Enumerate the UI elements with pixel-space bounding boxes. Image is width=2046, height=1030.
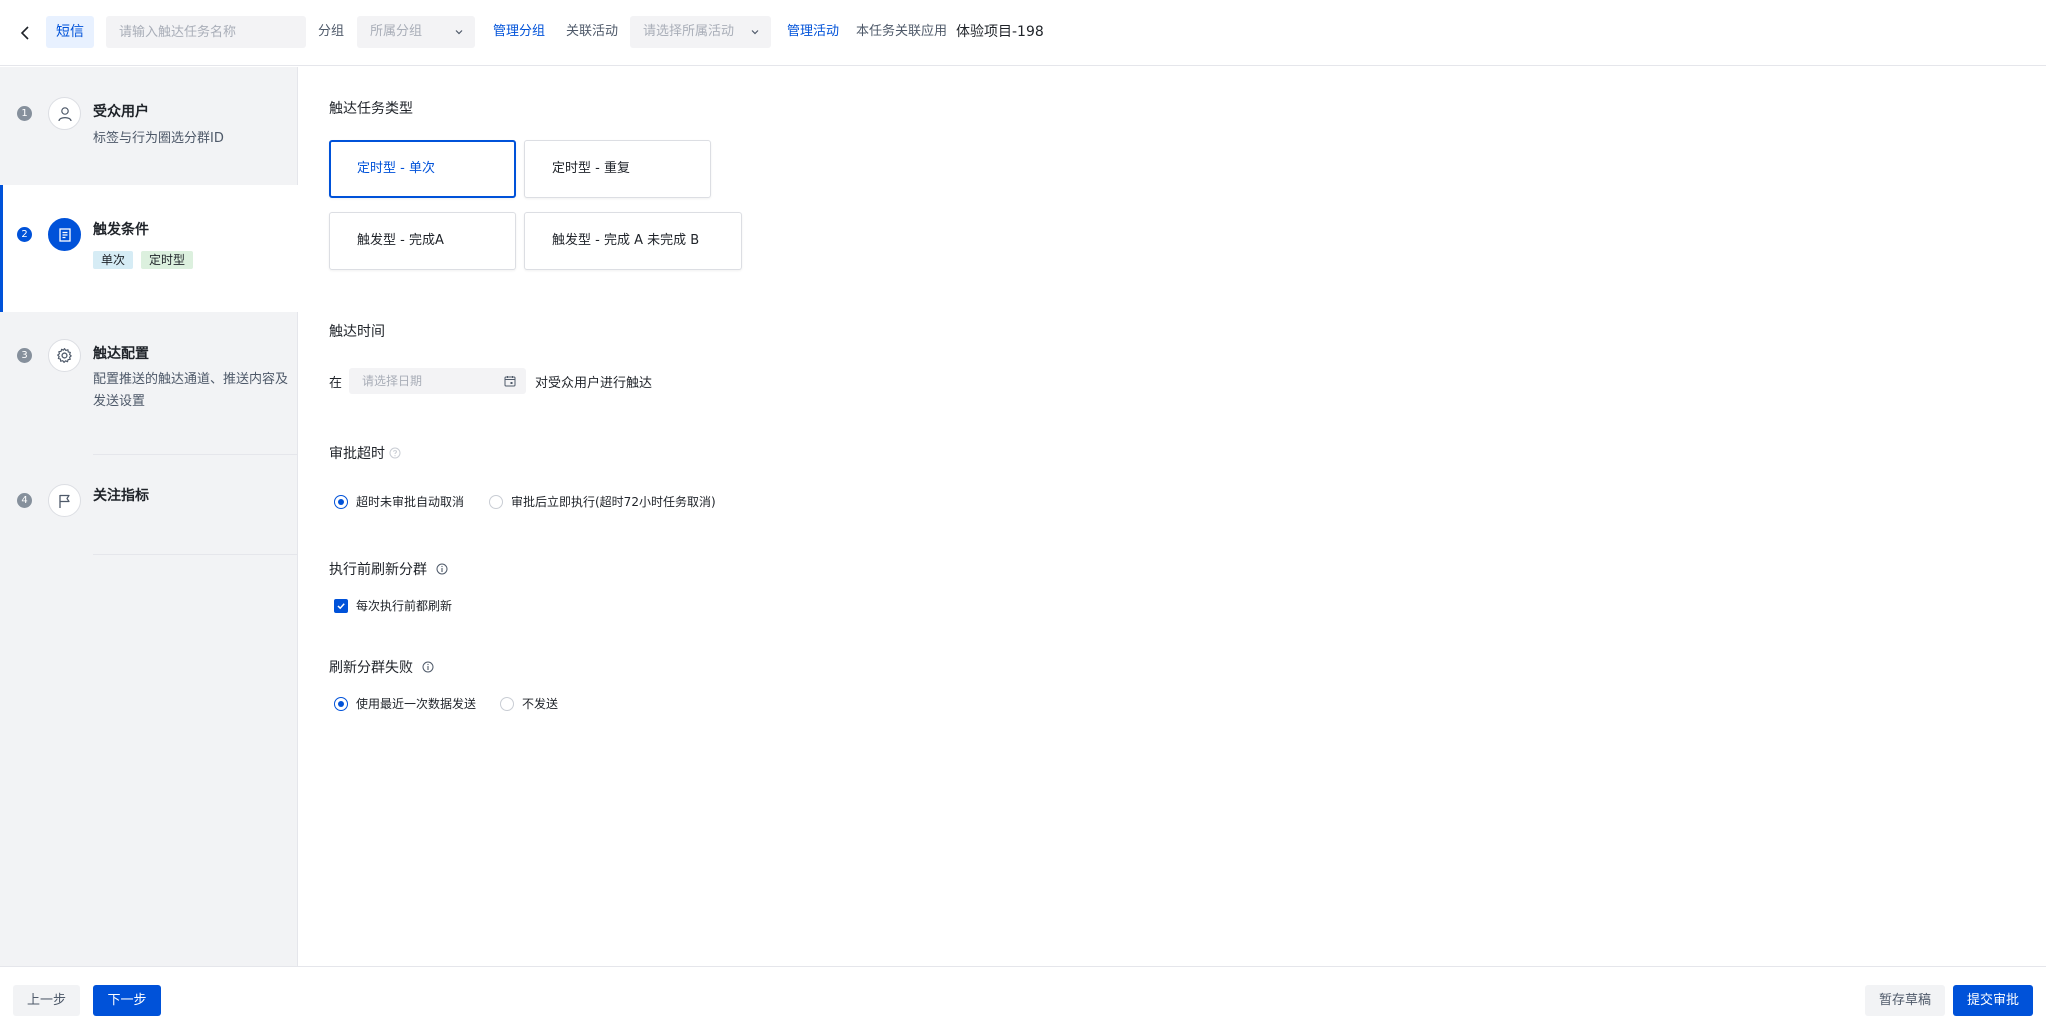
step-metrics[interactable]: 4 关注指标 — [0, 455, 298, 555]
activity-select-placeholder: 请选择所属活动 — [643, 24, 735, 39]
flag-icon — [58, 494, 70, 508]
activity-label: 关联活动 — [566, 24, 619, 39]
back-button[interactable] — [14, 20, 36, 46]
manage-group-link[interactable]: 管理分组 — [493, 16, 545, 48]
step-number: 3 — [17, 348, 32, 363]
step-title: 触发条件 — [93, 222, 149, 238]
step-icon-circle — [48, 339, 81, 372]
top-header: 短信 分组 所属分组 管理分组 关联活动 请选择所属活动 管理活动 本任务关联应… — [0, 0, 2046, 66]
app-label: 本任务关联应用 — [856, 24, 948, 39]
step-icon-circle — [48, 218, 81, 251]
main-content: 触达任务类型 定时型 - 单次 定时型 - 重复 触发型 - 完成A 触发型 -… — [299, 67, 2046, 966]
save-draft-button[interactable]: 暂存草稿 — [1865, 985, 1945, 1016]
step-title: 关注指标 — [93, 488, 149, 504]
prev-step-button[interactable]: 上一步 — [13, 985, 80, 1016]
submit-approval-button[interactable]: 提交审批 — [1953, 985, 2033, 1016]
step-divider — [93, 554, 298, 555]
calendar-icon — [504, 376, 516, 387]
approval-option-execute-radio[interactable] — [489, 495, 503, 509]
group-select[interactable]: 所属分组 — [357, 16, 475, 48]
approval-timeout-title: 审批超时 — [329, 446, 385, 462]
task-type-option-trigger-a-not-b[interactable]: 触发型 - 完成 A 未完成 B — [524, 212, 742, 270]
trigger-tag-timed: 定时型 — [141, 251, 194, 269]
touch-date-picker[interactable]: 请选择日期 — [349, 368, 526, 394]
channel-tag: 短信 — [46, 16, 94, 48]
task-name-input[interactable] — [106, 16, 306, 48]
activity-select[interactable]: 请选择所属活动 — [630, 16, 771, 48]
bottom-footer: 上一步 下一步 暂存草稿 提交审批 — [0, 966, 2046, 1030]
document-icon — [58, 227, 71, 242]
touch-time-title: 触达时间 — [329, 324, 385, 340]
refresh-fail-use-last-radio[interactable] — [334, 697, 348, 711]
step-number: 2 — [17, 227, 32, 242]
refresh-every-time-label[interactable]: 每次执行前都刷新 — [356, 597, 452, 614]
task-type-title: 触达任务类型 — [329, 101, 413, 117]
chevron-left-icon — [20, 26, 29, 40]
step-icon-circle — [48, 97, 81, 130]
app-value: 体验项目-198 — [956, 24, 1044, 40]
chevron-down-icon — [455, 30, 463, 35]
step-config[interactable]: 3 触达配置 配置推送的触达通道、推送内容及发送设置 — [0, 312, 298, 455]
refresh-fail-use-last-label[interactable]: 使用最近一次数据发送 — [356, 695, 476, 712]
help-icon[interactable] — [389, 447, 401, 459]
manage-activity-link[interactable]: 管理活动 — [787, 16, 839, 48]
trigger-tag-single: 单次 — [93, 251, 134, 269]
touch-time-prefix: 在 — [329, 376, 343, 391]
step-desc: 标签与行为圈选分群ID — [93, 131, 224, 146]
step-title: 触达配置 — [93, 346, 149, 362]
approval-option-auto-cancel-label[interactable]: 超时未审批自动取消 — [356, 493, 464, 510]
user-icon — [57, 106, 72, 121]
task-type-option-timed-once[interactable]: 定时型 - 单次 — [329, 140, 516, 198]
step-audience[interactable]: 1 受众用户 标签与行为圈选分群ID — [0, 67, 298, 185]
task-type-option-trigger-a[interactable]: 触发型 - 完成A — [329, 212, 516, 270]
info-icon[interactable] — [436, 563, 448, 575]
check-icon — [337, 603, 345, 610]
date-placeholder: 请选择日期 — [362, 374, 423, 388]
next-step-button[interactable]: 下一步 — [93, 985, 161, 1016]
refresh-before-title: 执行前刷新分群 — [329, 562, 427, 578]
step-trigger[interactable]: 2 触发条件 单次 定时型 — [0, 185, 298, 312]
info-icon[interactable] — [422, 661, 434, 673]
step-number: 4 — [17, 493, 32, 508]
task-type-option-timed-repeat[interactable]: 定时型 - 重复 — [524, 140, 711, 198]
refresh-fail-title: 刷新分群失败 — [329, 660, 413, 676]
group-select-placeholder: 所属分组 — [370, 24, 423, 39]
step-desc: 配置推送的触达通道、推送内容及发送设置 — [93, 372, 289, 409]
steps-sidebar: 1 受众用户 标签与行为圈选分群ID 2 触发条件 单次 定时型 3 触达配置 … — [0, 67, 298, 966]
approval-option-execute-label[interactable]: 审批后立即执行(超时72小时任务取消) — [511, 493, 716, 510]
step-title: 受众用户 — [93, 104, 149, 120]
step-number: 1 — [17, 106, 32, 121]
refresh-fail-no-send-radio[interactable] — [500, 697, 514, 711]
chevron-down-icon — [751, 30, 759, 35]
refresh-fail-no-send-label[interactable]: 不发送 — [522, 695, 558, 712]
gear-icon — [57, 348, 72, 363]
group-label: 分组 — [318, 24, 345, 39]
refresh-every-time-checkbox[interactable] — [334, 599, 348, 613]
touch-time-suffix: 对受众用户进行触达 — [535, 376, 653, 391]
step-icon-circle — [48, 484, 81, 517]
approval-option-auto-cancel-radio[interactable] — [334, 495, 348, 509]
